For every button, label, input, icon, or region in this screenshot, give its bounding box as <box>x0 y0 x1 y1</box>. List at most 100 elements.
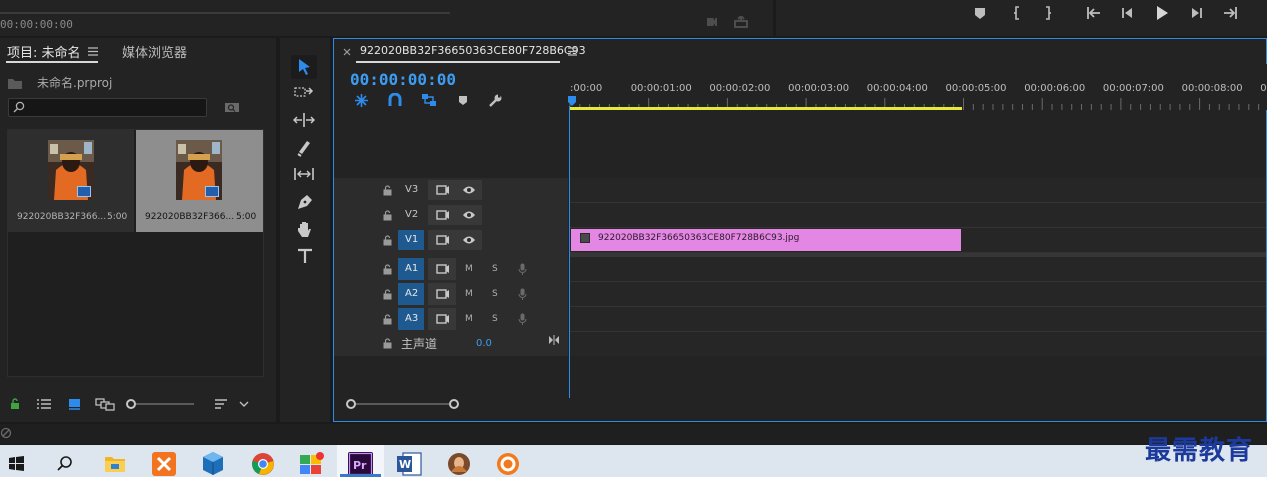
track-lock-icon[interactable] <box>383 289 392 300</box>
track-target-v2[interactable]: V2 <box>398 205 424 225</box>
play-icon[interactable] <box>1155 5 1169 21</box>
mute-button[interactable]: M <box>465 314 473 324</box>
type-tool-icon[interactable] <box>296 247 314 265</box>
item-duration: 5:00 <box>107 212 128 222</box>
add-marker-icon[interactable] <box>974 7 986 20</box>
scrollbar-handle-right[interactable] <box>449 399 459 409</box>
master-track-label: 主声道 <box>401 337 438 351</box>
scrollbar-handle-left[interactable] <box>346 399 356 409</box>
hand-tool-icon[interactable] <box>296 220 314 238</box>
video-audio-divider[interactable] <box>570 253 1266 257</box>
timeline-timecode[interactable]: 00:00:00:00 <box>350 70 456 89</box>
icon-view-icon[interactable] <box>68 398 82 410</box>
orange-app-icon[interactable] <box>496 452 520 476</box>
file-explorer-icon[interactable] <box>104 454 126 473</box>
sync-lock-icon[interactable] <box>436 314 450 324</box>
source-insert-icon[interactable] <box>706 16 720 28</box>
step-forward-icon[interactable] <box>1190 6 1204 20</box>
tab-sequence[interactable]: 922020BB32F36650363CE80F728B6C93 <box>360 44 586 57</box>
mute-button[interactable]: M <box>465 264 473 274</box>
razor-tool-icon[interactable] <box>296 139 312 157</box>
track-eye-icon[interactable] <box>462 210 476 220</box>
sync-lock-icon[interactable] <box>436 264 450 274</box>
virtualbox-icon[interactable] <box>201 451 225 476</box>
ripple-edit-tool-icon[interactable] <box>293 112 315 128</box>
search-filter-icon[interactable] <box>224 101 240 114</box>
track-target-a1[interactable]: A1 <box>398 258 424 280</box>
app-launcher-icon[interactable] <box>299 452 325 476</box>
track-target-v3[interactable]: V3 <box>398 180 424 200</box>
taskbar-search-icon[interactable] <box>56 455 73 472</box>
track-lock-icon[interactable] <box>383 264 392 275</box>
go-to-end-icon[interactable] <box>548 335 560 345</box>
track-eye-icon[interactable] <box>462 185 476 195</box>
master-lock-icon[interactable] <box>383 338 392 349</box>
nest-toggle-icon[interactable] <box>354 93 369 108</box>
track-select-tool-icon[interactable] <box>294 85 314 101</box>
track-eye-icon[interactable] <box>462 235 476 245</box>
track-target-a3[interactable]: A3 <box>398 308 424 330</box>
photo-app-icon[interactable] <box>447 452 471 476</box>
timeline-zoom-scrollbar[interactable] <box>344 399 460 409</box>
solo-button[interactable]: S <box>492 289 498 299</box>
xampp-icon[interactable] <box>152 452 176 476</box>
selection-tool-icon[interactable] <box>291 55 317 79</box>
track-lock-icon[interactable] <box>383 235 392 246</box>
timeline-settings-wrench-icon[interactable] <box>488 93 503 108</box>
master-volume-value[interactable]: 0.0 <box>476 338 492 349</box>
project-search-input[interactable] <box>8 98 207 117</box>
word-icon[interactable]: W <box>397 452 422 476</box>
project-panel-menu-icon[interactable] <box>88 47 98 56</box>
pen-tool-icon[interactable] <box>296 193 314 211</box>
premiere-pro-icon[interactable]: Pr <box>348 452 373 476</box>
sequence-menu-icon[interactable] <box>568 47 577 56</box>
linked-selection-icon[interactable] <box>421 93 437 107</box>
list-view-icon[interactable] <box>36 398 52 410</box>
sync-lock-icon[interactable] <box>436 235 450 245</box>
tab-project[interactable]: 项目: 未命名 <box>7 42 81 62</box>
go-to-out-icon[interactable] <box>1222 6 1238 20</box>
playhead-handle-icon[interactable] <box>568 96 576 106</box>
add-marker-icon[interactable] <box>458 95 468 106</box>
close-sequence-icon[interactable] <box>343 48 351 56</box>
windows-start-icon[interactable] <box>9 456 24 471</box>
source-monitor-scrubber[interactable] <box>0 12 450 14</box>
go-to-in-icon[interactable] <box>1086 6 1102 20</box>
chrome-icon[interactable] <box>251 452 275 476</box>
write-protect-icon[interactable] <box>10 398 20 410</box>
voiceover-mic-icon[interactable] <box>518 263 527 276</box>
zoom-slider-handle[interactable] <box>126 399 136 409</box>
slip-tool-icon[interactable] <box>293 166 315 182</box>
sync-lock-icon[interactable] <box>436 185 450 195</box>
track-target-v1[interactable]: V1 <box>398 230 424 250</box>
mark-in-icon[interactable] <box>1012 6 1022 20</box>
project-item[interactable]: 922020BB32F366... 5:00 <box>8 130 134 232</box>
timeline-clip-v1[interactable]: 922020BB32F36650363CE80F728B6C93.jpg <box>571 229 961 251</box>
snap-magnet-icon[interactable] <box>388 93 402 107</box>
time-ruler[interactable]: :00:00 00:00:01:00 00:00:02:00 00:00:03:00 0… <box>568 64 1267 110</box>
solo-button[interactable]: S <box>492 314 498 324</box>
track-lock-icon[interactable] <box>383 314 392 325</box>
track-lock-icon[interactable] <box>383 210 392 221</box>
freeform-view-icon[interactable] <box>95 397 115 411</box>
project-item[interactable]: 922020BB32F366... 5:00 <box>136 130 263 232</box>
tab-media-browser[interactable]: 媒体浏览器 <box>122 42 187 61</box>
clip-image-icon <box>580 233 590 243</box>
voiceover-mic-icon[interactable] <box>518 313 527 326</box>
track-target-a2[interactable]: A2 <box>398 283 424 305</box>
playhead-line[interactable] <box>569 106 570 398</box>
track-lock-icon[interactable] <box>383 185 392 196</box>
mute-button[interactable]: M <box>465 289 473 299</box>
source-export-frame-icon[interactable] <box>734 16 748 28</box>
work-area-bar[interactable] <box>570 107 962 110</box>
sort-icon[interactable] <box>214 398 228 410</box>
sort-dropdown-chevron-icon[interactable] <box>239 400 249 408</box>
step-back-icon[interactable] <box>1120 6 1134 20</box>
solo-button[interactable]: S <box>492 264 498 274</box>
watermark-logo: 最需教育 <box>1145 436 1254 466</box>
sync-lock-icon[interactable] <box>436 210 450 220</box>
sync-lock-icon[interactable] <box>436 289 450 299</box>
mark-out-icon[interactable] <box>1043 6 1053 20</box>
voiceover-mic-icon[interactable] <box>518 288 527 301</box>
zoom-slider[interactable] <box>126 398 196 410</box>
